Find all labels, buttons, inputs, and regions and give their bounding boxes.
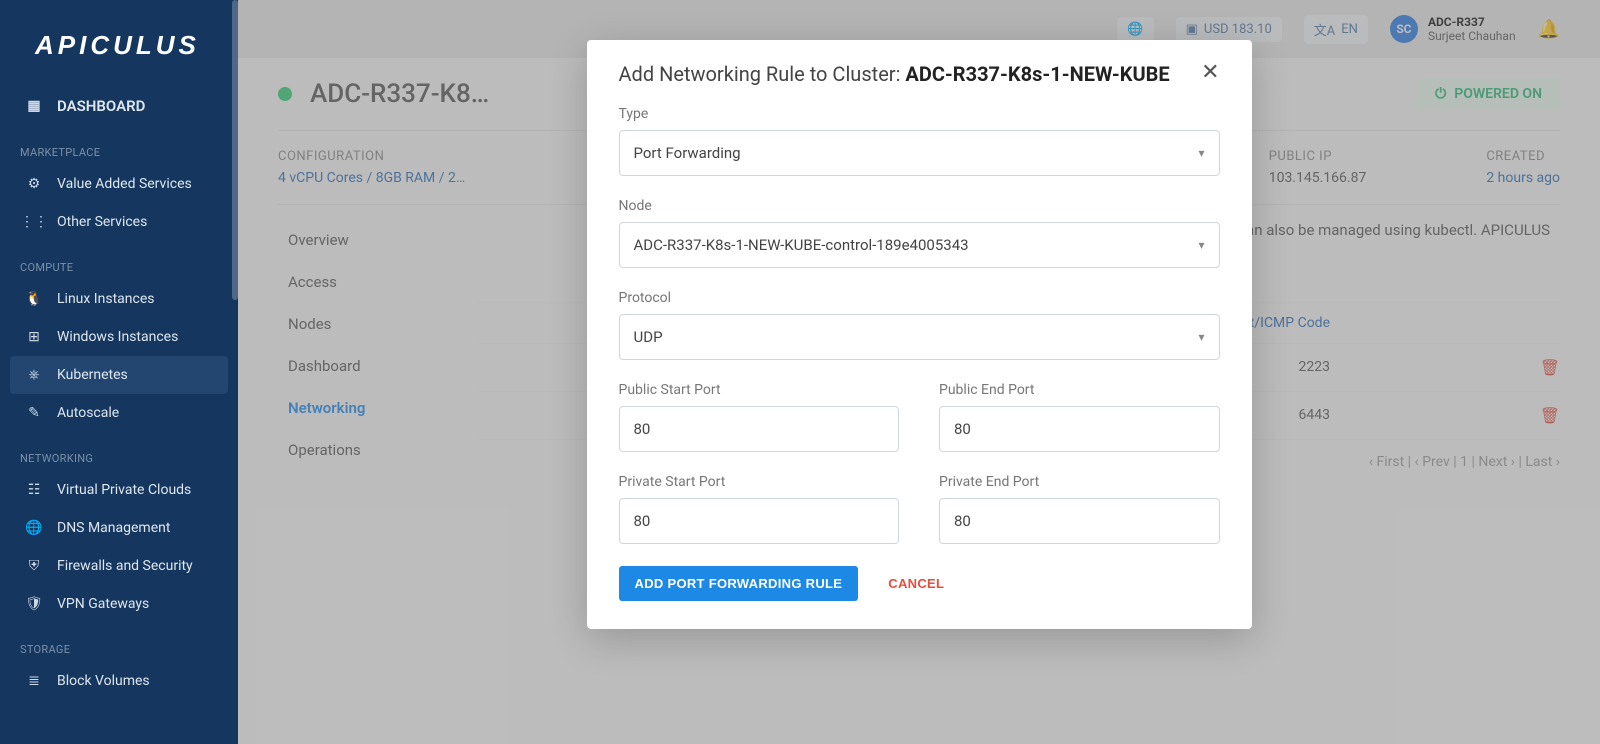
private-end-port-input[interactable]: 80 bbox=[939, 498, 1220, 544]
node-value: ADC-R337-K8s-1-NEW-KUBE-control-189e4005… bbox=[634, 236, 969, 254]
sidebar-item-label: Value Added Services bbox=[57, 176, 192, 192]
public-end-port-label: Public End Port bbox=[939, 382, 1220, 398]
autoscale-icon: ✎ bbox=[25, 405, 43, 421]
sidebar-item-dashboard[interactable]: ▦ DASHBOARD bbox=[0, 86, 238, 126]
public-end-port-input[interactable]: 80 bbox=[939, 406, 1220, 452]
sidebar-item-label: Firewalls and Security bbox=[57, 558, 193, 574]
private-start-port-input[interactable]: 80 bbox=[619, 498, 900, 544]
shield-icon: 🛡 bbox=[25, 596, 43, 612]
sliders-icon: ⚙ bbox=[25, 176, 43, 192]
brand-logo: APICULUS bbox=[0, 0, 238, 86]
sidebar-item-label: Kubernetes bbox=[57, 367, 128, 383]
private-start-port-label: Private Start Port bbox=[619, 474, 900, 490]
add-networking-rule-modal: Add Networking Rule to Cluster: ADC-R337… bbox=[587, 40, 1252, 629]
kubernetes-icon: ⎈ bbox=[25, 367, 43, 383]
firewall-icon: ⛨ bbox=[25, 558, 43, 574]
main: 🌐 ▣ USD 183.10 文A EN SC ADC-R337 Surjeet… bbox=[238, 0, 1600, 744]
sidebar-item-label: DASHBOARD bbox=[57, 97, 145, 115]
private-end-port-label: Private End Port bbox=[939, 474, 1220, 490]
modal-title: Add Networking Rule to Cluster: ADC-R337… bbox=[619, 62, 1170, 86]
sidebar-item-label: Block Volumes bbox=[57, 673, 150, 689]
sidebar-item-label: VPN Gateways bbox=[57, 596, 149, 612]
modal-overlay: Add Networking Rule to Cluster: ADC-R337… bbox=[238, 0, 1600, 744]
chevron-down-icon: ▾ bbox=[1198, 238, 1204, 252]
dashboard-icon: ▦ bbox=[25, 98, 43, 114]
public-start-port-input[interactable]: 80 bbox=[619, 406, 900, 452]
modal-title-cluster: ADC-R337-K8s-1-NEW-KUBE bbox=[905, 62, 1169, 86]
sidebar-item-label: Windows Instances bbox=[57, 329, 178, 345]
sidebar-section-marketplace: MARKETPLACE bbox=[0, 126, 238, 165]
protocol-value: UDP bbox=[634, 328, 663, 346]
chevron-down-icon: ▾ bbox=[1198, 146, 1204, 160]
type-label: Type bbox=[619, 106, 1220, 122]
public-start-port-value: 80 bbox=[634, 420, 651, 438]
sidebar: APICULUS ▦ DASHBOARD MARKETPLACE ⚙ Value… bbox=[0, 0, 238, 744]
protocol-label: Protocol bbox=[619, 290, 1220, 306]
sidebar-item-dns[interactable]: 🌐 DNS Management bbox=[0, 509, 238, 547]
grid-icon: ⋮⋮ bbox=[25, 214, 43, 230]
sidebar-item-block[interactable]: ≣ Block Volumes bbox=[0, 662, 238, 700]
public-end-port-value: 80 bbox=[954, 420, 971, 438]
cancel-button[interactable]: CANCEL bbox=[888, 576, 944, 591]
public-start-port-label: Public Start Port bbox=[619, 382, 900, 398]
vpc-icon: ☷ bbox=[25, 482, 43, 498]
sidebar-item-label: Other Services bbox=[57, 214, 147, 230]
sidebar-item-kubernetes[interactable]: ⎈ Kubernetes bbox=[10, 356, 228, 394]
modal-title-prefix: Add Networking Rule to Cluster: bbox=[619, 62, 906, 86]
sidebar-section-networking: NETWORKING bbox=[0, 432, 238, 471]
sidebar-item-other[interactable]: ⋮⋮ Other Services bbox=[0, 203, 238, 241]
sidebar-item-linux[interactable]: 🐧 Linux Instances bbox=[0, 280, 238, 318]
private-end-port-value: 80 bbox=[954, 512, 971, 530]
node-select[interactable]: ADC-R337-K8s-1-NEW-KUBE-control-189e4005… bbox=[619, 222, 1220, 268]
sidebar-item-label: Virtual Private Clouds bbox=[57, 482, 191, 498]
globe-icon: 🌐 bbox=[25, 520, 43, 536]
chevron-down-icon: ▾ bbox=[1198, 330, 1204, 344]
volumes-icon: ≣ bbox=[25, 673, 43, 689]
type-select[interactable]: Port Forwarding ▾ bbox=[619, 130, 1220, 176]
close-icon[interactable]: ✕ bbox=[1201, 62, 1219, 84]
sidebar-item-vpn[interactable]: 🛡 VPN Gateways bbox=[0, 585, 238, 623]
sidebar-item-label: Linux Instances bbox=[57, 291, 154, 307]
type-value: Port Forwarding bbox=[634, 144, 741, 162]
add-rule-button[interactable]: ADD PORT FORWARDING RULE bbox=[619, 566, 859, 601]
protocol-select[interactable]: UDP ▾ bbox=[619, 314, 1220, 360]
sidebar-item-vas[interactable]: ⚙ Value Added Services bbox=[0, 165, 238, 203]
sidebar-item-vpc[interactable]: ☷ Virtual Private Clouds bbox=[0, 471, 238, 509]
sidebar-item-label: Autoscale bbox=[57, 405, 119, 421]
node-label: Node bbox=[619, 198, 1220, 214]
windows-icon: ⊞ bbox=[25, 329, 43, 345]
sidebar-item-windows[interactable]: ⊞ Windows Instances bbox=[0, 318, 238, 356]
sidebar-section-compute: COMPUTE bbox=[0, 241, 238, 280]
sidebar-item-label: DNS Management bbox=[57, 520, 170, 536]
linux-icon: 🐧 bbox=[25, 291, 43, 307]
sidebar-item-firewalls[interactable]: ⛨ Firewalls and Security bbox=[0, 547, 238, 585]
sidebar-section-storage: STORAGE bbox=[0, 623, 238, 662]
sidebar-item-autoscale[interactable]: ✎ Autoscale bbox=[0, 394, 238, 432]
private-start-port-value: 80 bbox=[634, 512, 651, 530]
